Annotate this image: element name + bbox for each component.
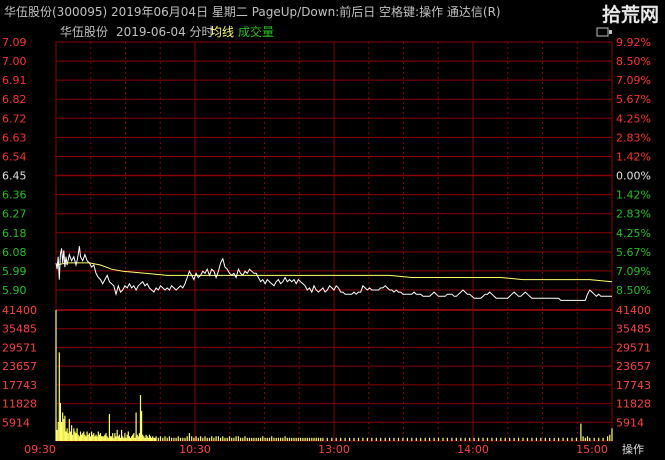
percent-tick-label: 0.00% bbox=[616, 170, 651, 183]
price-tick-label: 6.36 bbox=[2, 189, 27, 202]
volume-tick-label: 23657 bbox=[2, 360, 37, 373]
volume-tick-label-right: 5914 bbox=[616, 416, 644, 429]
volume-tick-label: 41400 bbox=[2, 304, 37, 317]
percent-tick-label: 8.50% bbox=[616, 284, 651, 297]
volume-tick-label: 5914 bbox=[2, 416, 30, 429]
intraday-chart[interactable]: 7.09 7.00 6.91 6.82 6.72 6.63 6.54 6.45 6.36 6.27… bbox=[0, 24, 665, 460]
percent-tick-label: 4.25% bbox=[616, 227, 651, 240]
price-tick-label: 6.63 bbox=[2, 131, 27, 144]
volume-tick-label-right: 11828 bbox=[616, 398, 651, 411]
price-tick-label: 6.27 bbox=[2, 208, 27, 221]
volume-tick-label-right: 29571 bbox=[616, 341, 651, 354]
operate-label[interactable]: 操作 bbox=[622, 442, 644, 456]
price-tick-label: 7.00 bbox=[2, 55, 27, 68]
volume-tick-label-right: 35485 bbox=[616, 323, 651, 336]
percent-tick-label: 7.09% bbox=[616, 265, 651, 278]
volume-tick-label: 11828 bbox=[2, 398, 37, 411]
time-tick-label: 13:00 bbox=[318, 443, 350, 456]
price-tick-label: 6.82 bbox=[2, 93, 27, 106]
title-bar: 华伍股份(300095) 2019年06月04日 星期二 PageUp/Down… bbox=[0, 0, 665, 26]
price-tick-label: 6.54 bbox=[2, 150, 27, 163]
volume-tick-label: 35485 bbox=[2, 323, 37, 336]
percent-tick-label: 8.50% bbox=[616, 55, 651, 68]
window-title: 华伍股份(300095) 2019年06月04日 星期二 PageUp/Down… bbox=[4, 5, 501, 19]
watermark-logo: 拾荒网 bbox=[601, 4, 659, 26]
price-tick-label: 6.72 bbox=[2, 112, 27, 125]
percent-tick-label: 2.83% bbox=[616, 208, 651, 221]
percent-tick-label: 5.67% bbox=[616, 93, 651, 106]
left-volume-axis: 41400 35485 29571 23657 17743 11828 5914 bbox=[2, 304, 37, 429]
price-tick-label: 5.90 bbox=[2, 284, 27, 297]
price-tick-label: 6.91 bbox=[2, 74, 27, 87]
percent-tick-label: 5.67% bbox=[616, 246, 651, 259]
volume-tick-label-right: 23657 bbox=[616, 360, 651, 373]
percent-tick-label: 7.09% bbox=[616, 74, 651, 87]
time-axis: 09:30 10:30 13:00 14:00 15:00 操作 bbox=[24, 442, 644, 456]
volume-tick-label: 17743 bbox=[2, 379, 37, 392]
price-tick-label: 6.08 bbox=[2, 246, 27, 259]
volume-tick-label-right: 17743 bbox=[616, 379, 651, 392]
time-tick-label: 15:00 bbox=[576, 443, 608, 456]
chart-legend: 华伍股份 2019-06-04 分时 均线 成交量 bbox=[60, 24, 274, 39]
right-percent-axis: 9.92% 8.50% 7.09% 5.67% 4.25% 2.83% 1.42% 0.00%… bbox=[616, 36, 651, 297]
percent-tick-label: 1.42% bbox=[616, 150, 651, 163]
legend-date: 2019-06-04 分时 bbox=[116, 25, 214, 39]
time-tick-label: 14:00 bbox=[457, 443, 489, 456]
settings-icon[interactable] bbox=[596, 27, 612, 37]
percent-tick-label: 9.92% bbox=[616, 36, 651, 49]
percent-tick-label: 2.83% bbox=[616, 131, 651, 144]
right-volume-axis: 41400 35485 29571 23657 17743 11828 5914 bbox=[616, 304, 651, 429]
legend-volume: 成交量 bbox=[238, 24, 274, 39]
volume-tick-label-right: 41400 bbox=[616, 304, 651, 317]
legend-avg-line: 均线 bbox=[210, 25, 234, 39]
price-tick-label: 5.99 bbox=[2, 265, 27, 278]
price-tick-label: 7.09 bbox=[2, 36, 27, 49]
percent-tick-label: 1.42% bbox=[616, 189, 651, 202]
price-tick-label: 6.45 bbox=[2, 170, 27, 183]
legend-stock-name: 华伍股份 bbox=[60, 25, 108, 39]
time-tick-label: 09:30 bbox=[24, 443, 56, 456]
chart-grid bbox=[55, 41, 613, 442]
volume-tick-label: 29571 bbox=[2, 341, 37, 354]
left-price-axis: 7.09 7.00 6.91 6.82 6.72 6.63 6.54 6.45 6.36 6.27… bbox=[2, 36, 27, 297]
time-tick-label: 10:30 bbox=[179, 443, 211, 456]
price-tick-label: 6.18 bbox=[2, 227, 27, 240]
percent-tick-label: 4.25% bbox=[616, 112, 651, 125]
